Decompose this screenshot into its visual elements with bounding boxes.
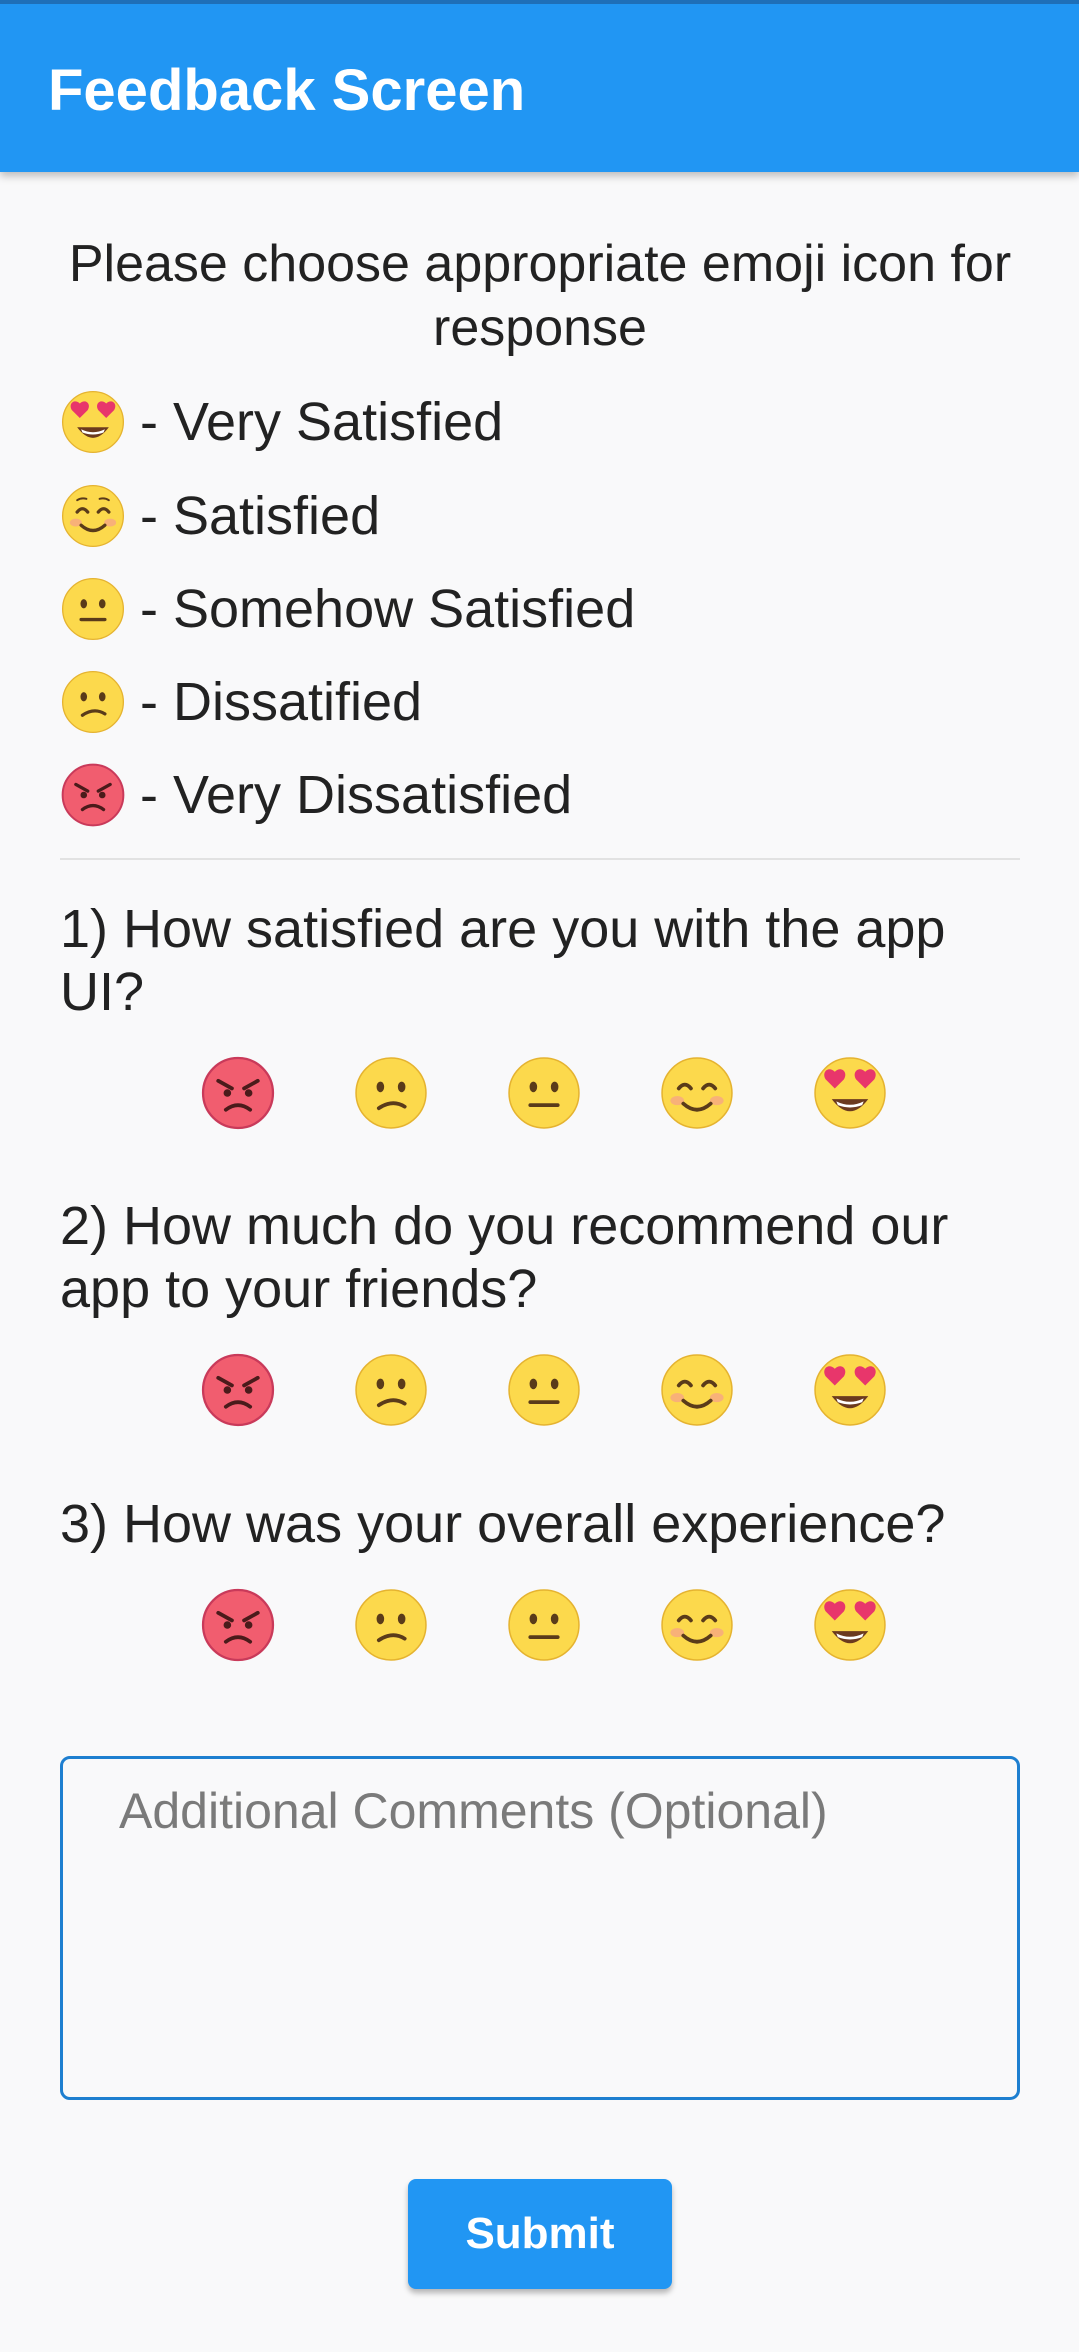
neutral-emoji-icon[interactable] — [506, 1352, 582, 1428]
legend-item-very-satisfied: - Very Satisfied — [60, 389, 503, 455]
smiling-emoji-icon — [61, 484, 125, 548]
legend-item-somehow-satisfied: - Somehow Satisfied — [60, 576, 635, 642]
legend-label: - Very Dissatisfied — [140, 765, 573, 825]
rating-row-q3 — [200, 1587, 960, 1663]
angry-emoji-icon — [61, 763, 125, 827]
divider — [60, 858, 1020, 860]
smiling-emoji-icon[interactable] — [659, 1352, 735, 1428]
heart-eyes-emoji-icon[interactable] — [812, 1352, 888, 1428]
smiling-emoji-icon[interactable] — [659, 1587, 735, 1663]
legend-item-dissatisfied: - Dissatified — [60, 669, 422, 735]
neutral-emoji-icon[interactable] — [506, 1587, 582, 1663]
legend-label: - Somehow Satisfied — [140, 579, 636, 639]
confused-emoji-icon — [61, 670, 125, 734]
smiling-emoji-icon[interactable] — [659, 1055, 735, 1131]
rating-row-q2 — [200, 1352, 960, 1428]
screen-title: Feedback Screen — [48, 58, 526, 123]
confused-emoji-icon[interactable] — [353, 1587, 429, 1663]
neutral-emoji-icon[interactable] — [506, 1055, 582, 1131]
question-3: 3) How was your overall experience? — [60, 1494, 946, 1554]
legend-label: - Satisfied — [140, 486, 381, 546]
comments-input[interactable] — [119, 1779, 979, 2079]
rating-row-q1 — [200, 1055, 960, 1131]
legend-item-very-dissatisfied: - Very Dissatisfied — [60, 762, 572, 828]
neutral-emoji-icon — [61, 577, 125, 641]
legend-item-satisfied: - Satisfied — [60, 483, 380, 549]
app-bar: Feedback Screen — [0, 0, 1079, 172]
question-2: 2) How much do you recommend our app to … — [60, 1196, 949, 1319]
confused-emoji-icon[interactable] — [353, 1352, 429, 1428]
instruction-text: Please choose appropriate emoji icon for… — [68, 235, 1012, 357]
angry-emoji-icon[interactable] — [200, 1055, 276, 1131]
legend-label: - Very Satisfied — [140, 392, 504, 452]
angry-emoji-icon[interactable] — [200, 1587, 276, 1663]
heart-eyes-emoji-icon[interactable] — [812, 1587, 888, 1663]
heart-eyes-emoji-icon[interactable] — [812, 1055, 888, 1131]
submit-button[interactable]: Submit — [408, 2179, 672, 2289]
question-1: 1) How satisfied are you with the app UI… — [60, 899, 946, 1022]
additional-comments-field — [60, 1756, 1020, 2100]
legend-label: - Dissatified — [140, 672, 423, 732]
angry-emoji-icon[interactable] — [200, 1352, 276, 1428]
heart-eyes-emoji-icon — [61, 390, 125, 454]
confused-emoji-icon[interactable] — [353, 1055, 429, 1131]
